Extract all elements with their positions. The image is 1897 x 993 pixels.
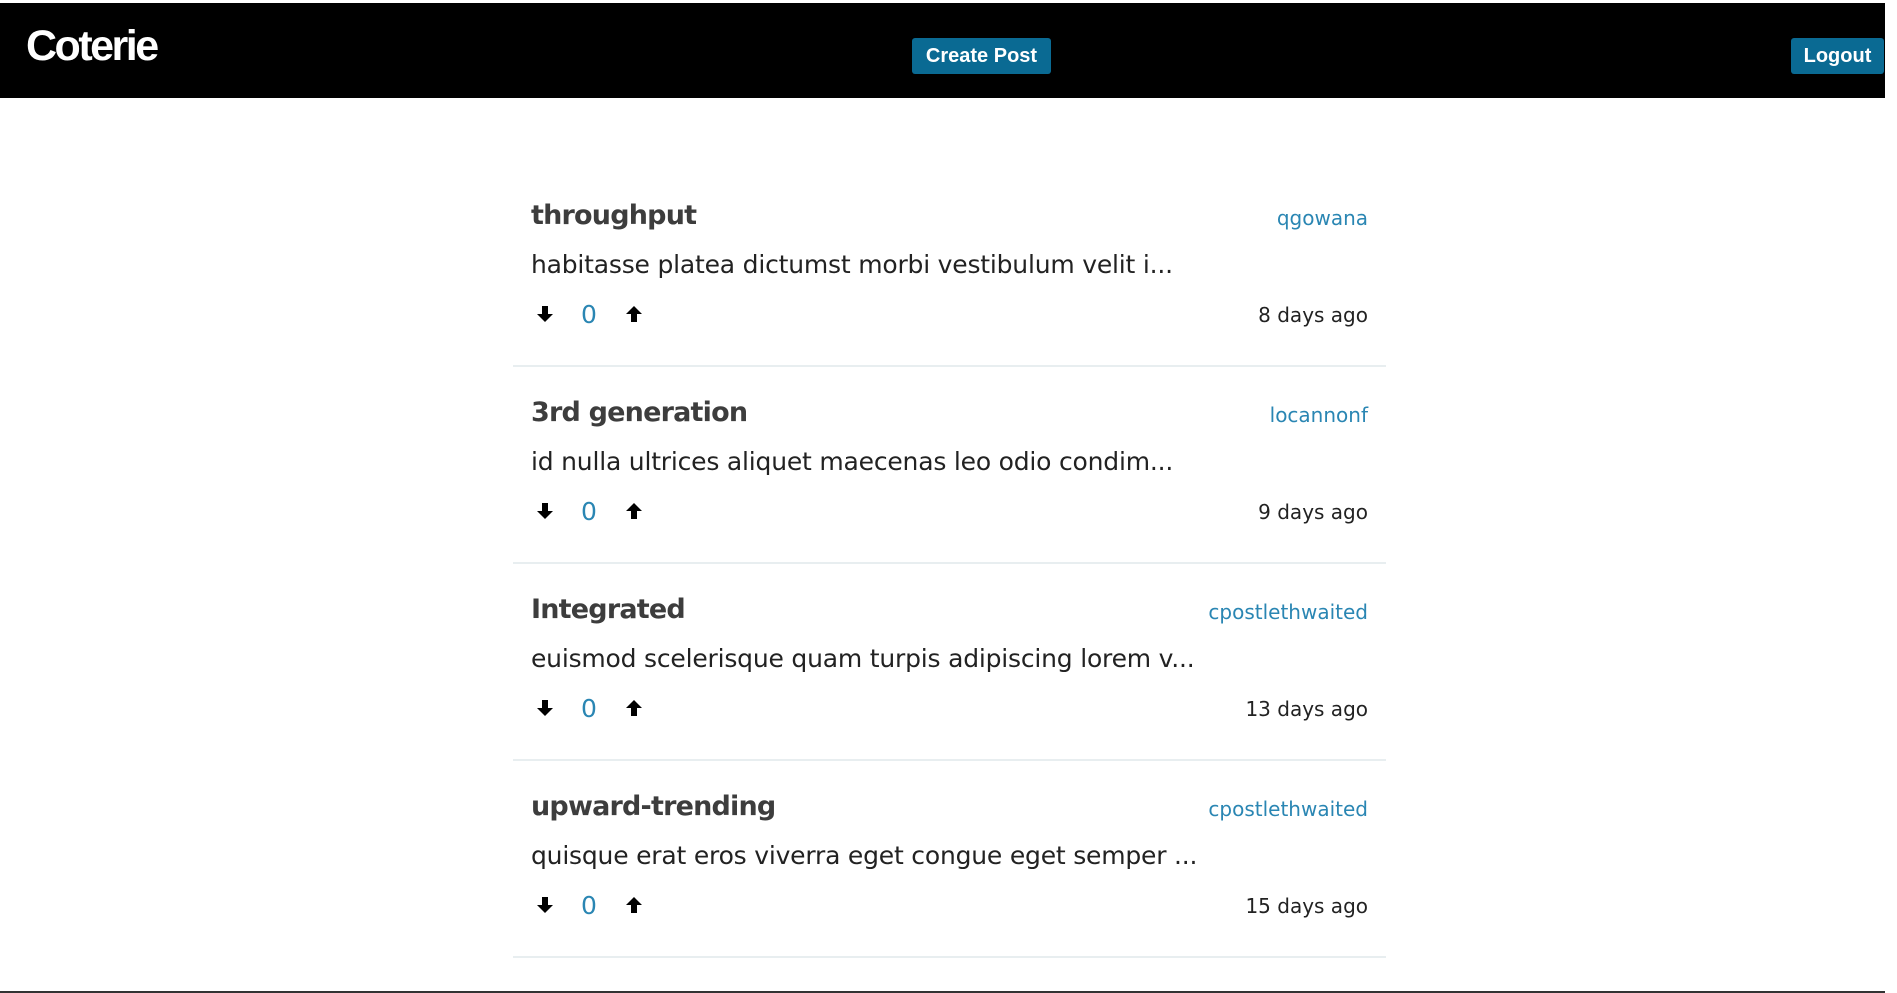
vote-count: 0 <box>581 694 597 723</box>
arrow-down-icon[interactable] <box>534 697 556 719</box>
post-title[interactable]: upward-trending <box>531 793 776 820</box>
vote-count: 0 <box>581 497 597 526</box>
logout-button[interactable]: Logout <box>1791 38 1884 74</box>
post-timestamp: 13 days ago <box>1245 697 1368 721</box>
vote-controls: 0 <box>531 301 731 331</box>
vote-count: 0 <box>581 300 597 329</box>
post-author-link[interactable]: qgowana <box>1277 208 1368 228</box>
post-title[interactable]: 3rd generation <box>531 399 748 426</box>
post-card[interactable]: upward-trending cpostlethwaited quisque … <box>513 761 1386 958</box>
arrow-up-icon[interactable] <box>623 303 645 325</box>
post-title[interactable]: Integrated <box>531 596 686 623</box>
create-post-button[interactable]: Create Post <box>912 38 1051 74</box>
post-excerpt: euismod scelerisque quam turpis adipisci… <box>531 644 1195 673</box>
arrow-up-icon[interactable] <box>623 697 645 719</box>
post-author-link[interactable]: cpostlethwaited <box>1208 799 1368 819</box>
post-card[interactable]: throughput qgowana habitasse platea dict… <box>513 170 1386 367</box>
vote-controls: 0 <box>531 498 731 528</box>
post-timestamp: 9 days ago <box>1258 500 1368 524</box>
brand-logo[interactable]: Coterie <box>26 25 159 68</box>
vote-controls: 0 <box>531 892 731 922</box>
post-excerpt: habitasse platea dictumst morbi vestibul… <box>531 250 1173 279</box>
post-excerpt: id nulla ultrices aliquet maecenas leo o… <box>531 447 1174 476</box>
arrow-down-icon[interactable] <box>534 303 556 325</box>
post-timestamp: 8 days ago <box>1258 303 1368 327</box>
post-author-link[interactable]: cpostlethwaited <box>1208 602 1368 622</box>
post-timestamp: 15 days ago <box>1245 894 1368 918</box>
vote-count: 0 <box>581 891 597 920</box>
post-card[interactable]: Integrated cpostlethwaited euismod scele… <box>513 564 1386 761</box>
post-excerpt: quisque erat eros viverra eget congue eg… <box>531 841 1198 870</box>
post-title[interactable]: throughput <box>531 202 697 229</box>
arrow-down-icon[interactable] <box>534 894 556 916</box>
arrow-up-icon[interactable] <box>623 500 645 522</box>
post-author-link[interactable]: locannonf <box>1270 405 1368 425</box>
navbar: Coterie Create Post Logout <box>0 3 1885 98</box>
arrow-down-icon[interactable] <box>534 500 556 522</box>
page-edge <box>1885 0 1897 993</box>
arrow-up-icon[interactable] <box>623 894 645 916</box>
post-card[interactable]: 3rd generation locannonf id nulla ultric… <box>513 367 1386 564</box>
vote-controls: 0 <box>531 695 731 725</box>
post-feed: throughput qgowana habitasse platea dict… <box>513 170 1386 958</box>
